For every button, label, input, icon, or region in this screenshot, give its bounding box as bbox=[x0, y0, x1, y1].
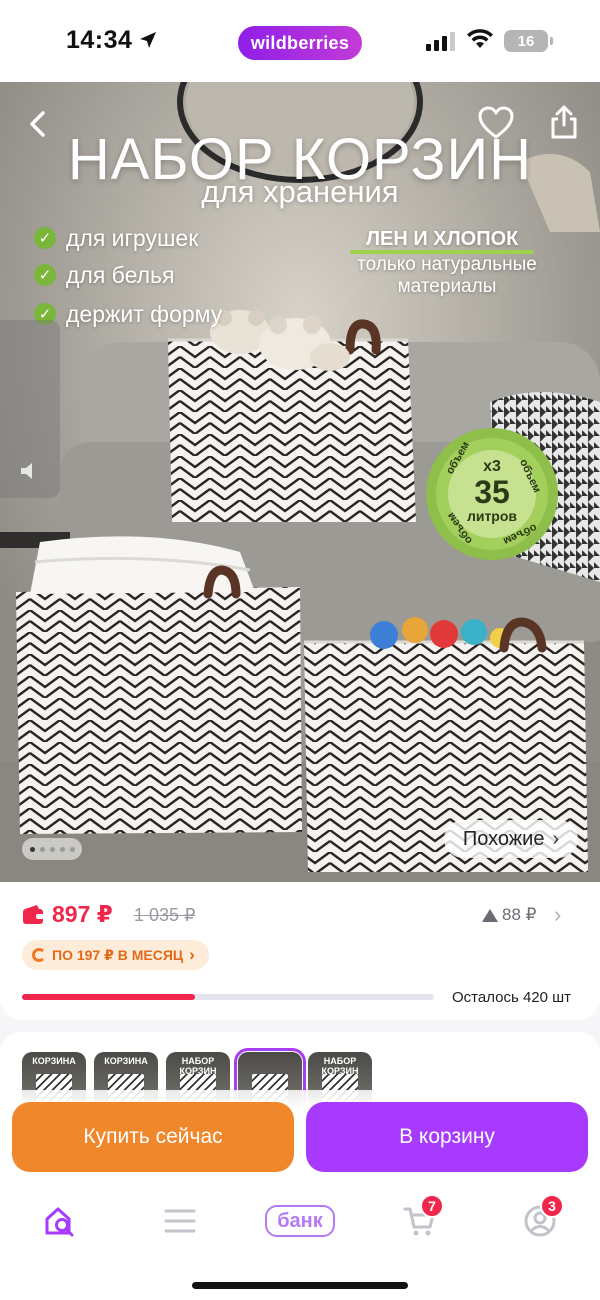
location-arrow-icon bbox=[140, 32, 156, 48]
stock-progress-fill bbox=[22, 994, 196, 1000]
bonus-points[interactable]: 88 ₽ bbox=[482, 905, 536, 925]
points-triangle-icon bbox=[482, 908, 498, 922]
carousel-dot bbox=[29, 846, 35, 852]
home-search-icon bbox=[45, 1207, 74, 1237]
chevron-right-icon: › bbox=[552, 827, 560, 850]
material-subtitle: только натуральные материалы bbox=[322, 254, 572, 298]
feature-text: для игрушек bbox=[66, 224, 199, 251]
wifi-icon bbox=[467, 29, 493, 48]
old-price: 1 035 ₽ bbox=[134, 905, 196, 925]
battery-indicator: 16 bbox=[504, 30, 548, 52]
check-icon: ✓ bbox=[34, 264, 56, 286]
carousel-dot bbox=[59, 846, 65, 852]
cart-count-badge: 7 bbox=[420, 1194, 444, 1218]
menu-icon bbox=[164, 1209, 196, 1233]
price-card: 897 ₽ 1 035 ₽ 88 ₽ › ПО 197 ₽ В МЕСЯЦ › … bbox=[0, 882, 600, 1020]
cellular-signal-icon bbox=[426, 32, 455, 51]
badge-volume: 35 bbox=[474, 474, 510, 510]
profile-count-badge: 3 bbox=[540, 1194, 564, 1218]
product-page: 14:34 wildberries 16 НАБОР КОРЗИН для хр… bbox=[0, 0, 600, 1300]
badge-unit: литров bbox=[466, 508, 518, 524]
back-chevron-icon[interactable] bbox=[22, 108, 54, 140]
buy-bar: Купить сейчас В корзину bbox=[0, 1090, 600, 1186]
feature-item: ✓ для белья bbox=[34, 261, 175, 289]
buy-now-button[interactable]: Купить сейчас bbox=[12, 1102, 294, 1172]
feature-text: держит форму bbox=[66, 300, 223, 327]
carousel-dot bbox=[49, 846, 55, 852]
material-line-1: только натуральные bbox=[357, 254, 537, 275]
add-to-cart-button[interactable]: В корзину bbox=[306, 1102, 588, 1172]
speaker-muted-icon[interactable] bbox=[18, 460, 40, 482]
feature-text: для белья bbox=[66, 261, 175, 288]
share-icon[interactable] bbox=[548, 104, 580, 140]
current-price: 897 ₽ bbox=[52, 901, 113, 927]
home-indicator bbox=[192, 1282, 408, 1289]
material-line-2: материалы bbox=[397, 276, 497, 297]
points-value: 88 ₽ bbox=[502, 905, 537, 924]
tab-bank[interactable]: банк bbox=[264, 1196, 336, 1246]
installment-text: ПО 197 ₽ В МЕСЯЦ bbox=[52, 946, 184, 963]
heart-icon[interactable] bbox=[478, 106, 514, 140]
thumbnail-label: КОРЗИНА bbox=[104, 1056, 148, 1066]
product-image-carousel[interactable]: НАБОР КОРЗИН для хранения ✓ для игрушек … bbox=[0, 82, 600, 882]
similar-button[interactable]: Похожие › bbox=[444, 820, 578, 858]
material-title: ЛЕН И ХЛОПОК bbox=[366, 228, 519, 250]
thumbnail-label: НАБОР КОРЗИН bbox=[321, 1056, 359, 1076]
tab-home[interactable] bbox=[30, 1196, 90, 1246]
hero-subtitle: для хранения bbox=[201, 174, 399, 209]
carousel-dot bbox=[39, 846, 45, 852]
bank-label: банк bbox=[265, 1205, 335, 1237]
chevron-right-icon[interactable]: › bbox=[554, 902, 561, 928]
installment-icon bbox=[32, 948, 46, 962]
installment-pill[interactable]: ПО 197 ₽ В МЕСЯЦ › bbox=[22, 940, 209, 970]
check-icon: ✓ bbox=[34, 227, 56, 249]
similar-label: Похожие bbox=[462, 827, 545, 850]
status-bar: 14:34 wildberries 16 bbox=[0, 0, 600, 82]
thumbnail-label: НАБОР КОРЗИН bbox=[179, 1056, 217, 1076]
carousel-dots bbox=[22, 838, 82, 860]
wallet-icon bbox=[23, 905, 44, 924]
stock-progress bbox=[22, 994, 434, 1000]
feature-item: ✓ держит форму bbox=[34, 300, 222, 328]
status-time: 14:34 bbox=[66, 26, 133, 54]
carousel-dot bbox=[69, 846, 75, 852]
stock-remaining: Осталось 420 шт bbox=[452, 989, 572, 1006]
tab-catalog[interactable] bbox=[150, 1196, 210, 1246]
chevron-right-icon: › bbox=[189, 945, 195, 964]
thumbnail-label: КОРЗИНА bbox=[32, 1056, 76, 1066]
battery-tip bbox=[550, 37, 553, 45]
brand-logo: wildberries bbox=[238, 26, 362, 60]
video-side-panel[interactable] bbox=[0, 320, 60, 498]
feature-item: ✓ для игрушек bbox=[34, 224, 198, 252]
